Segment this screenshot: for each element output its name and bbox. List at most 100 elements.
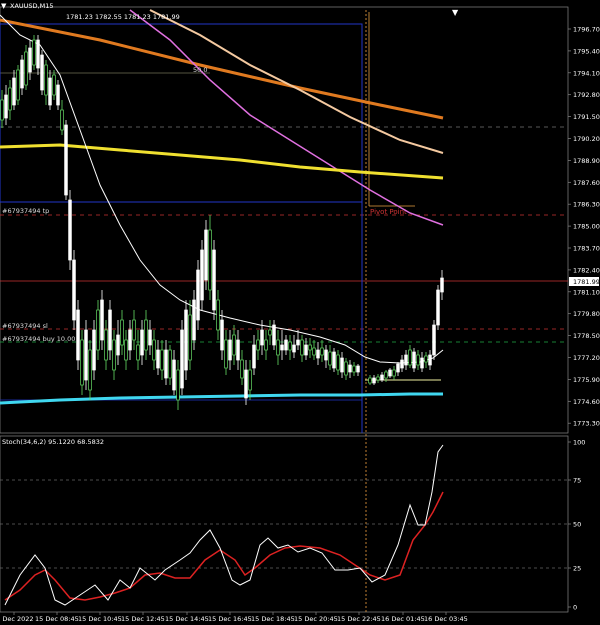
- candle: [288, 335, 292, 360]
- candle: [68, 190, 72, 270]
- price-tick-label: 1795.40: [573, 47, 600, 55]
- price-tick-label: 1790.20: [573, 135, 600, 143]
- candle: [372, 375, 376, 385]
- candle: [124, 330, 128, 370]
- candle: [176, 360, 180, 410]
- stoch-main-line: [4, 444, 444, 606]
- price-tick-label: 1792.80: [573, 91, 600, 99]
- candle: [156, 340, 160, 375]
- candle: [56, 80, 60, 110]
- candle: [120, 310, 124, 355]
- sl-label: #67937494 sl: [2, 322, 48, 330]
- candle: [248, 360, 252, 400]
- price-tick-label: 1774.60: [573, 398, 600, 406]
- price-tick-label: 1787.60: [573, 179, 600, 187]
- candle: [312, 340, 316, 360]
- candle: [388, 368, 392, 378]
- candle: [340, 352, 344, 378]
- candle: [28, 40, 32, 80]
- price-tick-label: 1775.90: [573, 376, 600, 384]
- time-tick-label: 16 Dec 01:45: [381, 615, 425, 623]
- candle: [128, 320, 132, 360]
- candle: [300, 335, 304, 362]
- candle: [432, 320, 436, 360]
- candle: [184, 300, 188, 380]
- candle: [284, 335, 288, 355]
- candle: [368, 375, 372, 385]
- candle: [280, 330, 284, 360]
- candle: [208, 215, 212, 300]
- candle: [148, 320, 152, 355]
- candle: [144, 310, 148, 360]
- candle: [24, 45, 28, 90]
- candle: [164, 340, 168, 385]
- candle: [296, 330, 300, 350]
- trading-chart[interactable]: Pivot Point ▼ XAUUSD,M15 1781.23 1782.55…: [0, 0, 600, 625]
- candle: [304, 338, 308, 360]
- pivot-label: Pivot Point: [370, 208, 407, 216]
- candle: [424, 352, 428, 368]
- stoch-tick-label: 25: [573, 565, 581, 573]
- candle: [108, 300, 112, 360]
- triangle-down-icon[interactable]: ▼: [1, 2, 7, 10]
- candle: [4, 85, 8, 125]
- chart-menu-icon[interactable]: ▼: [452, 8, 459, 17]
- candle: [392, 366, 396, 380]
- candle: [104, 320, 108, 370]
- candle: [172, 350, 176, 395]
- candle: [440, 270, 444, 300]
- candle: [16, 65, 20, 105]
- candle: [232, 325, 236, 365]
- time-tick-label: 15 Dec 2022: [0, 615, 34, 623]
- current-price-tag: 1781.99: [573, 278, 600, 286]
- candle: [308, 338, 312, 358]
- candle: [100, 290, 104, 350]
- candle: [320, 340, 324, 362]
- candle: [324, 345, 328, 368]
- stoch-signal-line: [4, 491, 444, 601]
- candle: [376, 374, 380, 383]
- stoch-tick-label: 100: [573, 439, 585, 447]
- candle: [64, 120, 68, 200]
- candle: [136, 330, 140, 370]
- candle: [72, 250, 76, 330]
- ma-cyan: [0, 392, 443, 405]
- candle: [396, 362, 400, 376]
- candle: [96, 300, 100, 360]
- candle: [268, 320, 272, 345]
- stoch-tick-label: 50: [573, 521, 581, 529]
- candle: [88, 340, 92, 400]
- candle: [76, 300, 80, 370]
- candle: [292, 335, 296, 358]
- candle: [152, 330, 156, 370]
- candle: [416, 350, 420, 370]
- price-axis: 1796.70 1795.40 1794.10 1792.80 1791.50 1790.…: [568, 26, 600, 428]
- candle: [272, 320, 276, 350]
- candle: [12, 70, 16, 110]
- price-tick-label: 1781.10: [573, 288, 600, 296]
- price-tick-label: 1782.40: [573, 266, 600, 274]
- candle: [48, 70, 52, 110]
- candle: [408, 345, 412, 368]
- candle: [224, 330, 228, 375]
- price-tick-label: 1773.30: [573, 420, 600, 428]
- time-tick-label: 15 Dec 16:45: [208, 615, 252, 623]
- price-tick-label: 1778.50: [573, 332, 600, 340]
- ma-level-label: 50.0: [193, 66, 207, 74]
- candle: [404, 350, 408, 370]
- stoch-tick-label: 75: [573, 477, 581, 485]
- candle: [40, 50, 44, 95]
- candle: [212, 240, 216, 320]
- candle: [52, 70, 56, 100]
- candle: [252, 335, 256, 375]
- candle: [428, 350, 432, 370]
- candle: [436, 285, 440, 330]
- candle: [244, 360, 248, 405]
- price-tick-label: 1786.30: [573, 201, 600, 209]
- candle: [200, 240, 204, 310]
- buy-label: #67937494 buy 10.00: [2, 335, 75, 343]
- time-tick-label: 15 Dec 22:45: [337, 615, 381, 623]
- tp-label: #67937494 tp: [2, 207, 49, 215]
- time-axis: 15 Dec 202215 Dec 08:4515 Dec 10:4515 De…: [0, 612, 468, 623]
- candle: [256, 330, 260, 360]
